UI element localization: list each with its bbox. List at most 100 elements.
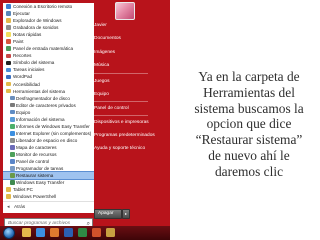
program-icon [6, 25, 11, 30]
program-item[interactable]: Grabadora de sonidos [3, 24, 94, 31]
program-item[interactable]: Ejecutar [3, 10, 94, 17]
folder-icon [6, 88, 11, 94]
program-icon [9, 159, 15, 164]
program-label: Panel de control [16, 159, 50, 165]
caption-line: daremos clic [214, 163, 284, 179]
word-icon[interactable] [64, 228, 73, 237]
program-label: Tablet PC [13, 187, 33, 193]
caption-line: “Restaurar sistema” [195, 132, 303, 148]
program-label: Accesibilidad [13, 81, 40, 87]
program-label: Restaurar sistema [16, 173, 54, 179]
program-icon [6, 4, 11, 9]
back-button[interactable]: ◂ Atrás [3, 201, 94, 213]
program-label: Internet Explorer (sin complementos) [16, 130, 92, 136]
program-icon [6, 18, 11, 23]
right-pane-item[interactable]: Imágenes [94, 50, 115, 55]
caption-line: Herramientas del [203, 84, 295, 100]
ie-icon[interactable] [36, 228, 45, 237]
program-label: Recortes [13, 53, 32, 59]
caption-text: Ya en la carpeta de Herramientas del siste… [178, 69, 320, 180]
program-label: Explorador de Windows [13, 18, 62, 24]
program-icon [6, 11, 11, 16]
programs-list: Conexión a Escritorio remoto Ejecutar Expl… [3, 3, 94, 201]
program-icon [6, 32, 11, 37]
program-item[interactable]: Panel de entrada matemática [3, 45, 94, 52]
program-item[interactable]: Desfragmentador de disco [3, 95, 94, 102]
caption-line: sistema buscamos la [194, 100, 304, 116]
program-item[interactable]: Explorador de Windows [3, 17, 94, 24]
program-item[interactable]: Liberador de espacio en disco [3, 137, 94, 144]
program-item[interactable]: WordPad [3, 73, 94, 80]
program-item[interactable]: Herramientas del sistema [3, 88, 94, 95]
program-item[interactable]: Paint [3, 38, 94, 45]
right-pane-item[interactable]: Javier [94, 23, 107, 28]
right-pane-item[interactable]: Documentos [94, 36, 121, 41]
program-item[interactable]: Editor de caracteres privados [3, 102, 94, 109]
program-label: Grabadora de sonidos [13, 25, 59, 31]
program-item[interactable]: Tareas iniciales [3, 66, 94, 73]
caption-line: Ya en la carpeta de [198, 69, 300, 84]
program-item[interactable]: Tablet PC [3, 186, 94, 193]
program-icon [9, 138, 15, 143]
program-icon [9, 109, 15, 115]
right-pane-item[interactable]: Ayuda y soporte técnico [94, 146, 145, 151]
start-button[interactable] [3, 227, 15, 239]
right-pane-separator [94, 101, 148, 102]
folder-icon[interactable] [106, 228, 115, 237]
right-pane-item[interactable]: Programas predeterminados [94, 133, 155, 138]
shutdown-options-button[interactable]: ▸ [122, 209, 130, 219]
program-item[interactable]: Mapa de caracteres [3, 144, 94, 151]
user-picture[interactable] [115, 2, 135, 20]
program-label: Windows Easy Transfer [16, 180, 65, 186]
program-item[interactable]: Recortes [3, 52, 94, 59]
program-item[interactable]: Equipo [3, 109, 94, 116]
program-label: Mapa de caracteres [16, 144, 57, 150]
right-pane-item[interactable]: Panel de control [94, 106, 129, 111]
program-item[interactable]: Programador de tareas [3, 165, 94, 172]
program-icon [9, 145, 15, 150]
program-label: Liberador de espacio en disco [16, 137, 78, 143]
folder-icon [6, 81, 11, 87]
program-item[interactable]: Monitor de recursos [3, 151, 94, 158]
program-item-selected[interactable]: Restaurar sistema [3, 171, 94, 181]
excel-icon[interactable] [78, 228, 87, 237]
right-pane-item[interactable]: Equipo [94, 92, 109, 97]
program-label: Símbolo del sistema [13, 60, 55, 66]
program-icon [6, 39, 11, 45]
program-item[interactable]: Informes de Windows Easy Transfer [3, 123, 94, 130]
program-label: Ejecutar [13, 11, 30, 17]
right-pane-item[interactable]: Dispositivos e impresoras [94, 120, 149, 125]
program-item[interactable]: Internet Explorer (sin complementos) [3, 130, 94, 137]
program-item[interactable]: Notas rápidas [3, 31, 94, 38]
program-item[interactable]: Información del sistema [3, 116, 94, 123]
program-icon [9, 123, 15, 129]
explorer-icon[interactable] [22, 228, 31, 237]
program-label: Informes de Windows Easy Transfer [16, 123, 90, 129]
folder-icon [6, 187, 11, 192]
program-label: Editor de caracteres privados [16, 102, 76, 108]
program-label: Windows PowerShell [13, 194, 57, 200]
program-item[interactable]: Símbolo del sistema [3, 59, 94, 66]
program-label: Información del sistema [16, 116, 65, 122]
program-icon [6, 46, 11, 52]
program-label: Tareas iniciales [13, 67, 45, 73]
program-item[interactable]: Conexión a Escritorio remoto [3, 3, 94, 10]
program-item[interactable]: Panel de control [3, 158, 94, 165]
program-icon [9, 131, 15, 136]
program-icon [6, 60, 11, 66]
program-label: Herramientas del sistema [13, 88, 66, 94]
program-item[interactable]: Windows PowerShell [3, 193, 94, 200]
powerpoint-icon[interactable] [92, 228, 101, 237]
program-item[interactable]: Windows Easy Transfer [3, 179, 94, 186]
right-pane-item[interactable]: Música [94, 63, 109, 68]
program-item[interactable]: Accesibilidad [3, 81, 94, 88]
shutdown-button[interactable]: Apagar [94, 209, 122, 219]
chevron-right-icon: ▸ [124, 211, 127, 216]
program-icon [9, 95, 15, 101]
back-arrow-icon: ◂ [7, 204, 10, 210]
program-label: Notas rápidas [13, 32, 42, 38]
media-player-icon[interactable] [50, 228, 59, 237]
program-icon [9, 116, 15, 122]
program-icon [6, 53, 11, 59]
right-pane-item[interactable]: Juegos [94, 79, 109, 84]
